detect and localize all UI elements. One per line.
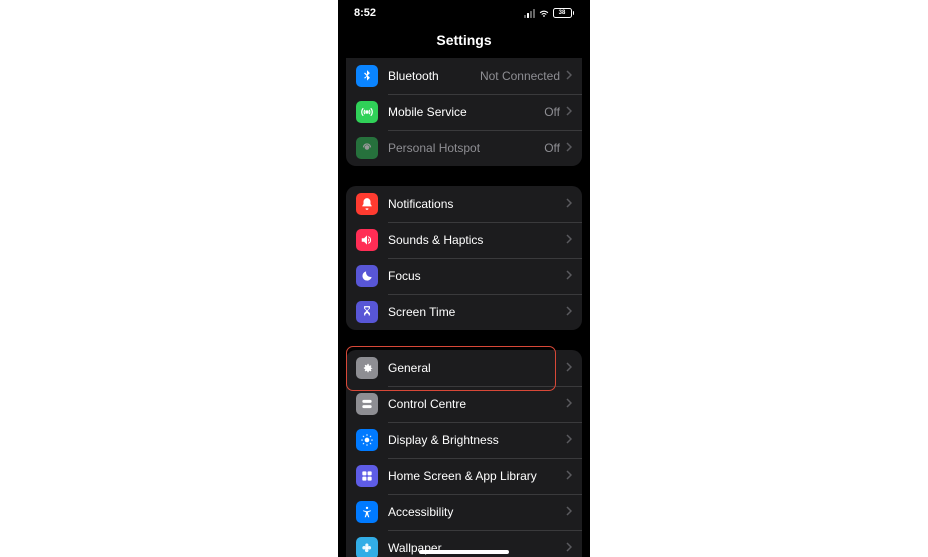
row-label: Display & Brightness <box>388 433 566 447</box>
settings-group-connectivity: Bluetooth Not Connected Mobile Service O… <box>346 58 582 166</box>
chevron-right-icon <box>566 305 572 319</box>
antenna-icon <box>356 101 378 123</box>
settings-content: Bluetooth Not Connected Mobile Service O… <box>338 58 590 557</box>
row-label: Bluetooth <box>388 69 480 83</box>
row-label: Sounds & Haptics <box>388 233 566 247</box>
chevron-right-icon <box>566 361 572 375</box>
row-label: Screen Time <box>388 305 566 319</box>
row-detail: Not Connected <box>480 69 560 83</box>
row-label: Personal Hotspot <box>388 141 544 155</box>
battery-text: 38 <box>559 10 566 16</box>
page-title: Settings <box>338 26 590 58</box>
row-focus[interactable]: Focus <box>346 258 582 294</box>
row-detail: Off <box>544 141 560 155</box>
row-label: Home Screen & App Library <box>388 469 566 483</box>
flower-icon <box>356 537 378 557</box>
chevron-right-icon <box>566 469 572 483</box>
row-detail: Off <box>544 105 560 119</box>
row-label: Focus <box>388 269 566 283</box>
sun-icon <box>356 429 378 451</box>
row-mobile-service[interactable]: Mobile Service Off <box>346 94 582 130</box>
chevron-right-icon <box>566 541 572 555</box>
status-bar: 8:52 38 <box>338 0 590 26</box>
chevron-right-icon <box>566 105 572 119</box>
gear-icon <box>356 357 378 379</box>
chevron-right-icon <box>566 397 572 411</box>
row-general[interactable]: General <box>346 350 582 386</box>
row-sounds-haptics[interactable]: Sounds & Haptics <box>346 222 582 258</box>
row-label: Accessibility <box>388 505 566 519</box>
toggles-icon <box>356 393 378 415</box>
row-label: Control Centre <box>388 397 566 411</box>
chevron-right-icon <box>566 197 572 211</box>
chevron-right-icon <box>566 233 572 247</box>
chevron-right-icon <box>566 505 572 519</box>
status-icons: 38 <box>524 8 575 18</box>
row-bluetooth[interactable]: Bluetooth Not Connected <box>346 58 582 94</box>
row-display-brightness[interactable]: Display & Brightness <box>346 422 582 458</box>
phone-screen: 8:52 38 Settings <box>338 0 590 557</box>
chevron-right-icon <box>566 141 572 155</box>
grid-icon <box>356 465 378 487</box>
status-right: 38 <box>524 8 575 18</box>
row-control-centre[interactable]: Control Centre <box>346 386 582 422</box>
wifi-icon <box>538 9 550 18</box>
battery-icon: 38 <box>553 8 575 18</box>
status-time: 8:52 <box>354 7 376 19</box>
bluetooth-icon <box>356 65 378 87</box>
settings-group-notifications: Notifications Sounds & Haptics Focus <box>346 186 582 330</box>
bell-icon <box>356 193 378 215</box>
row-screen-time[interactable]: Screen Time <box>346 294 582 330</box>
hotspot-icon <box>356 137 378 159</box>
signal-icon <box>524 9 535 18</box>
row-personal-hotspot[interactable]: Personal Hotspot Off <box>346 130 582 166</box>
hourglass-icon <box>356 301 378 323</box>
row-label: General <box>388 361 566 375</box>
row-home-screen[interactable]: Home Screen & App Library <box>346 458 582 494</box>
row-notifications[interactable]: Notifications <box>346 186 582 222</box>
moon-icon <box>356 265 378 287</box>
chevron-right-icon <box>566 269 572 283</box>
home-indicator[interactable] <box>419 550 509 554</box>
speaker-icon <box>356 229 378 251</box>
chevron-right-icon <box>566 433 572 447</box>
accessibility-icon <box>356 501 378 523</box>
row-label: Mobile Service <box>388 105 544 119</box>
row-label: Notifications <box>388 197 566 211</box>
settings-group-general: General Control Centre Display & Brightn… <box>346 350 582 557</box>
chevron-right-icon <box>566 69 572 83</box>
row-accessibility[interactable]: Accessibility <box>346 494 582 530</box>
